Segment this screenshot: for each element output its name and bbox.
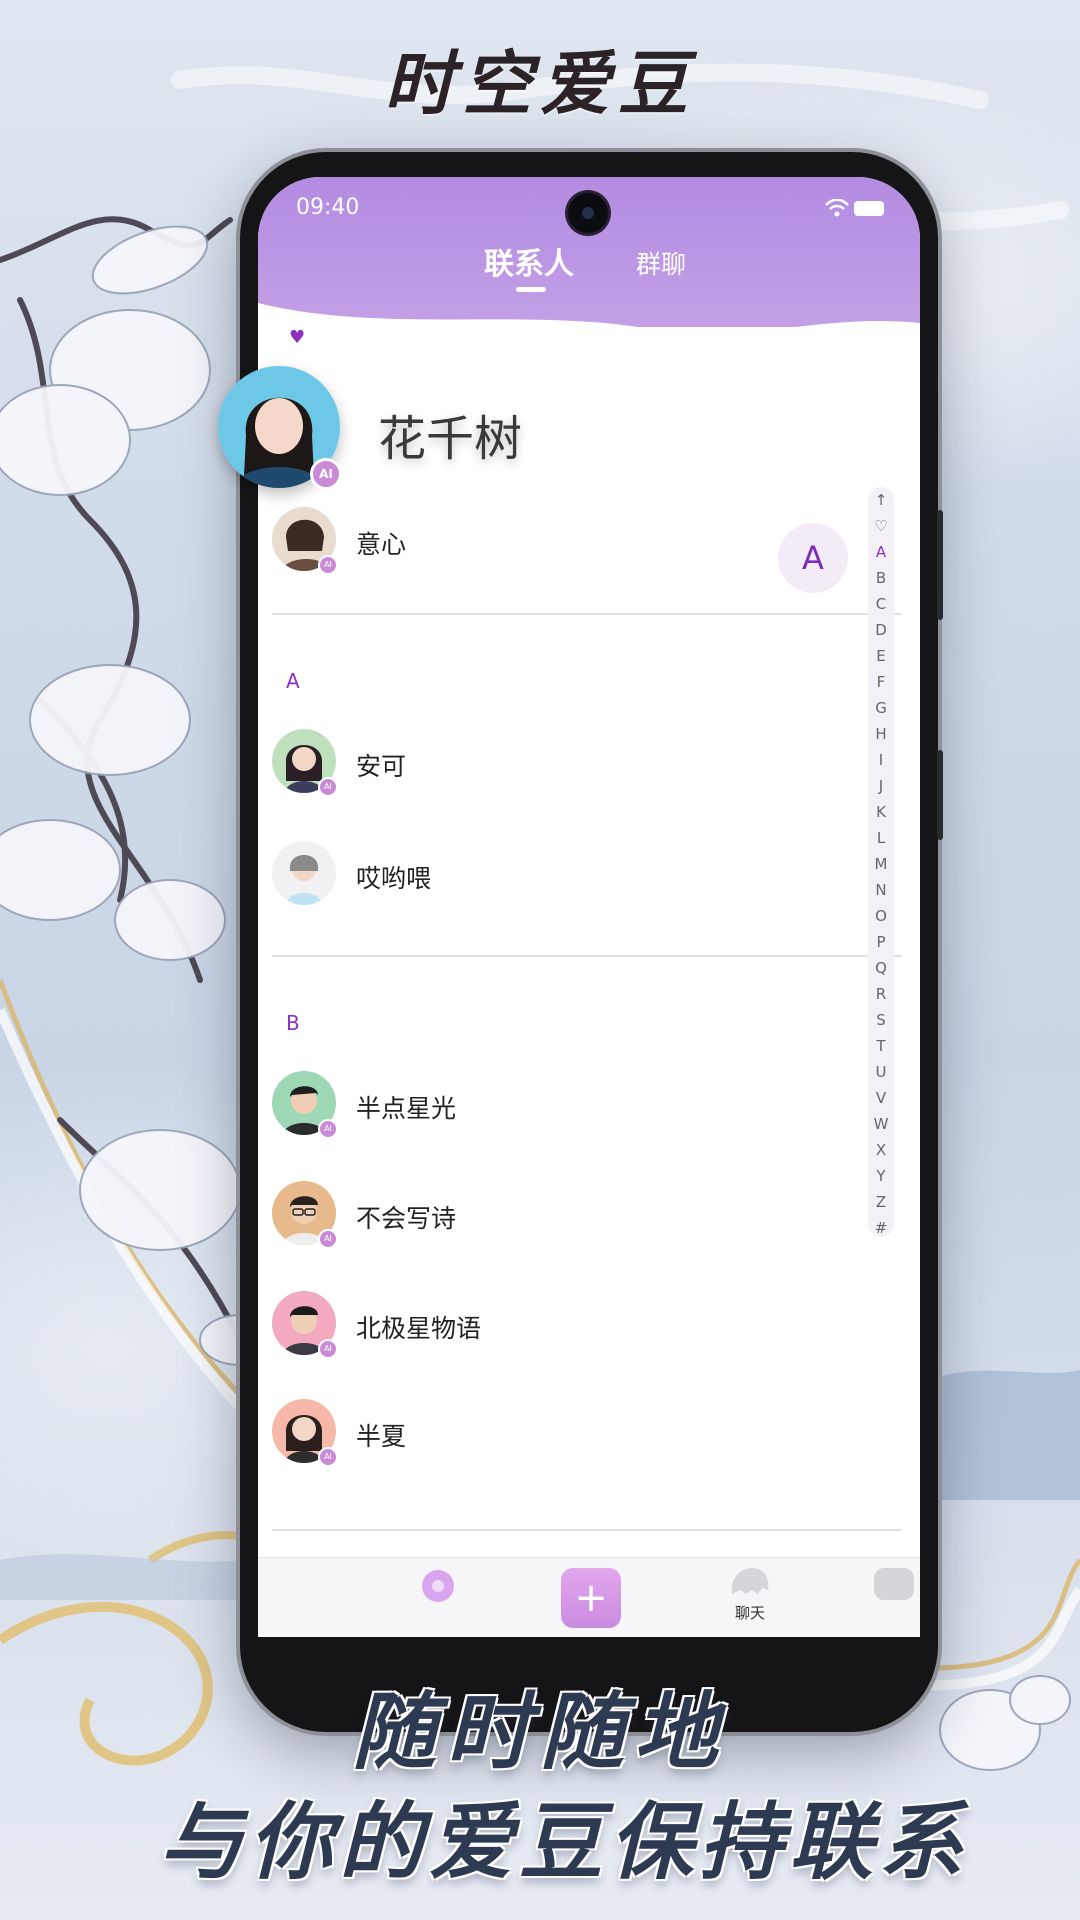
index-letter[interactable]: N — [868, 877, 894, 903]
slogan-line-2: 与你的爱豆保持联系 — [158, 1793, 969, 1891]
app-title: 时空爱豆 — [384, 43, 696, 125]
ai-badge: AI — [318, 555, 338, 575]
index-letter[interactable]: P — [868, 929, 894, 955]
contact-name: 哎哟喂 — [356, 864, 432, 893]
index-letter[interactable]: Q — [868, 955, 894, 981]
divider — [272, 1529, 902, 1531]
message-icon — [874, 1568, 914, 1600]
alphabet-index-bar[interactable]: ↑ ♡ A B C D E F G H I J K L M N O P Q R S T U V W X Y Z # — [868, 487, 894, 1237]
power-button — [937, 750, 943, 840]
index-letter[interactable]: V — [868, 1085, 894, 1111]
index-letter[interactable]: E — [868, 643, 894, 669]
phone-screen: 09:40 联系人 群聊 ♥ 花千树 AI 意心 A A AI 安可 哎哟喂 B… — [258, 177, 920, 1637]
index-bubble: A — [778, 523, 848, 593]
tab-group-chat[interactable]: 群聊 — [636, 245, 686, 281]
contact-row[interactable]: AI 半夏 — [258, 1395, 858, 1467]
index-letter[interactable]: G — [868, 695, 894, 721]
nav-discover[interactable] — [408, 1566, 468, 1610]
index-letter[interactable]: K — [868, 799, 894, 825]
index-letter[interactable]: B — [868, 565, 894, 591]
ai-badge: AI — [318, 1339, 338, 1359]
ghost-chat-icon — [731, 1568, 769, 1594]
ai-badge: AI — [318, 1447, 338, 1467]
index-letter[interactable]: R — [868, 981, 894, 1007]
contact-row[interactable]: AI 半点星光 — [258, 1067, 858, 1139]
index-letter[interactable]: A — [868, 539, 894, 565]
ai-badge: AI — [318, 1229, 338, 1249]
flower-icon — [422, 1570, 454, 1602]
index-letter[interactable]: W — [868, 1111, 894, 1137]
index-letter[interactable]: X — [868, 1137, 894, 1163]
favorites-heart-icon: ♥ — [289, 327, 306, 348]
contact-row[interactable]: AI 意心 — [258, 503, 858, 575]
index-letter[interactable]: T — [868, 1033, 894, 1059]
index-letter[interactable]: M — [868, 851, 894, 877]
index-letter[interactable]: U — [868, 1059, 894, 1085]
divider — [272, 955, 902, 957]
volume-button — [937, 510, 943, 620]
index-letter[interactable]: ↑ — [868, 487, 894, 513]
contact-row[interactable]: AI 不会写诗 — [258, 1177, 858, 1249]
nav-chat[interactable]: 聊天 — [720, 1566, 780, 1623]
index-letter[interactable]: Z — [868, 1189, 894, 1215]
index-letter[interactable]: D — [868, 617, 894, 643]
battery-icon — [854, 201, 884, 216]
nav-chat-label: 聊天 — [734, 1604, 765, 1622]
divider — [272, 613, 902, 615]
index-letter[interactable]: H — [868, 721, 894, 747]
featured-ai-badge: AI — [310, 458, 342, 490]
index-letter[interactable]: J — [868, 773, 894, 799]
front-camera — [568, 193, 608, 233]
contact-name: 半夏 — [356, 1422, 407, 1451]
section-letter-b: B — [286, 1011, 300, 1035]
index-letter[interactable]: F — [868, 669, 894, 695]
ai-badge: AI — [318, 777, 338, 797]
featured-contact-name[interactable]: 花千树 — [378, 399, 522, 469]
bottom-nav: + 聊天 — [258, 1557, 920, 1637]
index-letter[interactable]: O — [868, 903, 894, 929]
header: 09:40 联系人 群聊 — [258, 177, 920, 343]
contact-row[interactable]: AI 北极星物语 — [258, 1287, 858, 1359]
index-letter[interactable]: ♡ — [868, 513, 894, 539]
contact-row[interactable]: 哎哟喂 — [258, 837, 858, 909]
status-time: 09:40 — [296, 195, 360, 220]
contact-name: 不会写诗 — [356, 1204, 457, 1233]
nav-messages[interactable] — [864, 1566, 920, 1606]
section-letter-a: A — [286, 669, 300, 693]
contact-name: 安可 — [356, 752, 407, 781]
default-avatar — [272, 841, 336, 905]
index-letter[interactable]: C — [868, 591, 894, 617]
ai-badge: AI — [318, 1119, 338, 1139]
contact-name: 半点星光 — [356, 1094, 457, 1123]
slogan-line-1: 随时随地 — [351, 1683, 728, 1781]
tab-contacts[interactable]: 联系人 — [484, 239, 574, 283]
header-wave — [258, 303, 920, 343]
index-letter[interactable]: S — [868, 1007, 894, 1033]
contact-row[interactable]: AI 安可 — [258, 725, 858, 797]
index-letter[interactable]: Y — [868, 1163, 894, 1189]
contact-name: 意心 — [356, 530, 407, 559]
index-letter[interactable]: L — [868, 825, 894, 851]
active-tab-indicator — [516, 287, 546, 292]
index-letter[interactable]: I — [868, 747, 894, 773]
index-letter[interactable]: # — [868, 1215, 894, 1241]
wifi-icon — [825, 199, 849, 217]
contact-name: 北极星物语 — [356, 1314, 482, 1343]
add-button[interactable]: + — [561, 1568, 621, 1628]
